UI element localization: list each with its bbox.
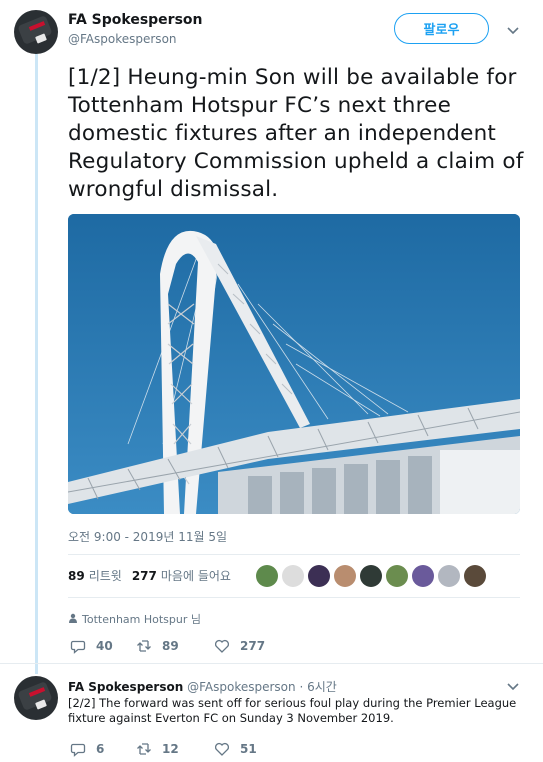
tweet-photo[interactable] bbox=[68, 214, 520, 514]
retweet-count[interactable]: 89 bbox=[68, 569, 85, 583]
reply-text: [2/2] The forward was sent off for serio… bbox=[68, 696, 517, 725]
reply-time[interactable]: · 6시간 bbox=[299, 680, 336, 694]
retweet-icon bbox=[137, 640, 151, 652]
reply-icon bbox=[70, 743, 86, 757]
liker-avatar[interactable] bbox=[256, 565, 278, 587]
liker-avatar[interactable] bbox=[464, 565, 486, 587]
divider bbox=[68, 554, 520, 555]
divider bbox=[68, 597, 520, 598]
heart-icon bbox=[214, 742, 230, 756]
like-action-count: 51 bbox=[240, 742, 257, 756]
tweet-stats: 89 리트윗 277 마음에 들어요 bbox=[68, 567, 231, 584]
liker-avatar[interactable] bbox=[308, 565, 330, 587]
chevron-down-icon[interactable] bbox=[506, 24, 520, 38]
reply-header: FA Spokesperson @FAspokesperson · 6시간 bbox=[68, 678, 337, 695]
like-button[interactable]: 51 bbox=[214, 741, 257, 757]
liker-avatar[interactable] bbox=[282, 565, 304, 587]
liker-avatar[interactable] bbox=[386, 565, 408, 587]
reply-button[interactable]: 6 bbox=[70, 741, 136, 757]
like-button[interactable]: 277 bbox=[214, 638, 265, 654]
liker-avatar[interactable] bbox=[412, 565, 434, 587]
stadium-arch-image bbox=[68, 214, 520, 514]
retweet-button[interactable]: 12 bbox=[136, 741, 214, 757]
chevron-down-icon[interactable] bbox=[506, 680, 520, 694]
follow-button[interactable]: 팔로우 bbox=[394, 13, 489, 44]
heart-icon bbox=[214, 639, 230, 653]
liker-avatar[interactable] bbox=[334, 565, 356, 587]
retweet-button[interactable]: 89 bbox=[136, 638, 214, 654]
like-action-count: 277 bbox=[240, 639, 266, 653]
author-avatar[interactable] bbox=[14, 10, 58, 54]
tweet-timestamp[interactable]: 오전 9:00 - 2019년 11월 5일 bbox=[68, 528, 227, 545]
reply-count: 40 bbox=[96, 639, 113, 653]
reply-count: 6 bbox=[96, 742, 105, 756]
reply-author-avatar[interactable] bbox=[14, 676, 58, 720]
retweet-icon bbox=[137, 743, 151, 755]
divider bbox=[0, 663, 543, 664]
liker-avatar[interactable] bbox=[360, 565, 382, 587]
retweet-action-count: 12 bbox=[162, 742, 179, 756]
mentioned-team[interactable]: Tottenham Hotspur 님 bbox=[82, 611, 201, 627]
mentioned-accounts[interactable]: Tottenham Hotspur 님 bbox=[68, 611, 201, 627]
reply-actions: 6 12 51 bbox=[70, 741, 257, 757]
retweet-label[interactable]: 리트윗 bbox=[89, 567, 122, 584]
liker-avatars bbox=[256, 565, 486, 587]
person-icon bbox=[68, 613, 78, 626]
retweet-action-count: 89 bbox=[162, 639, 179, 653]
reply-author-handle[interactable]: @FAspokesperson bbox=[187, 680, 296, 694]
like-count[interactable]: 277 bbox=[132, 569, 157, 583]
author-name[interactable]: FA Spokesperson bbox=[68, 12, 203, 28]
tweet-text: [1/2] Heung-min Son will be available fo… bbox=[68, 65, 524, 202]
liker-avatar[interactable] bbox=[438, 565, 460, 587]
thread-connector-line bbox=[35, 54, 38, 674]
like-label[interactable]: 마음에 들어요 bbox=[161, 567, 231, 584]
reply-button[interactable]: 40 bbox=[70, 638, 136, 654]
author-handle[interactable]: @FAspokesperson bbox=[68, 32, 177, 46]
tweet-actions: 40 89 277 bbox=[70, 638, 265, 654]
reply-icon bbox=[70, 640, 86, 654]
reply-author-name[interactable]: FA Spokesperson bbox=[68, 680, 183, 694]
